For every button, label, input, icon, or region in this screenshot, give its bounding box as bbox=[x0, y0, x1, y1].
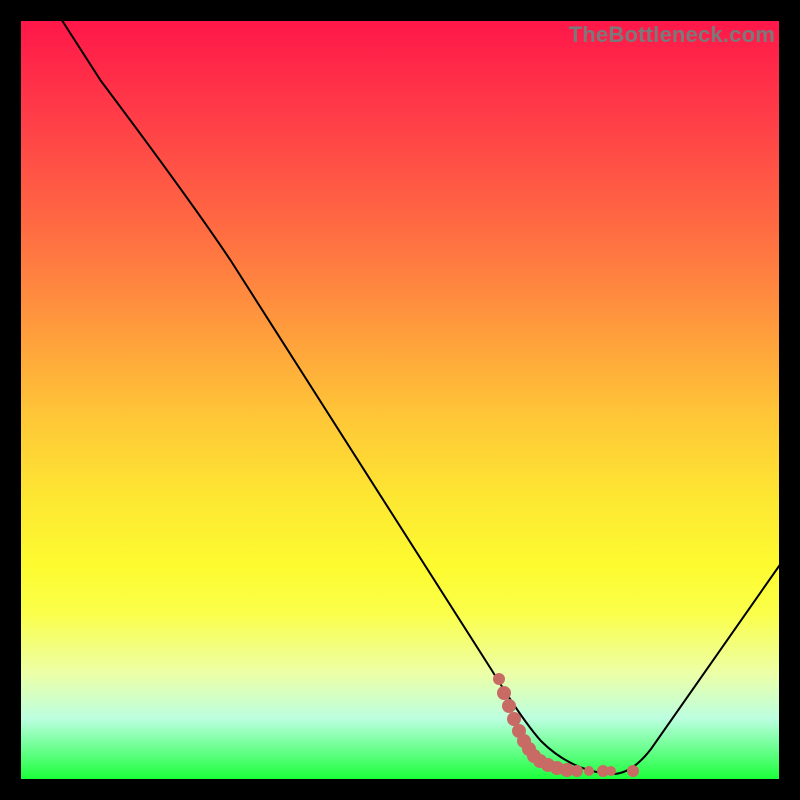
chart-svg bbox=[21, 21, 779, 779]
bottleneck-curve bbox=[11, 0, 791, 774]
plot-area: TheBottleneck.com bbox=[21, 21, 779, 779]
chart-frame: TheBottleneck.com bbox=[0, 0, 800, 800]
